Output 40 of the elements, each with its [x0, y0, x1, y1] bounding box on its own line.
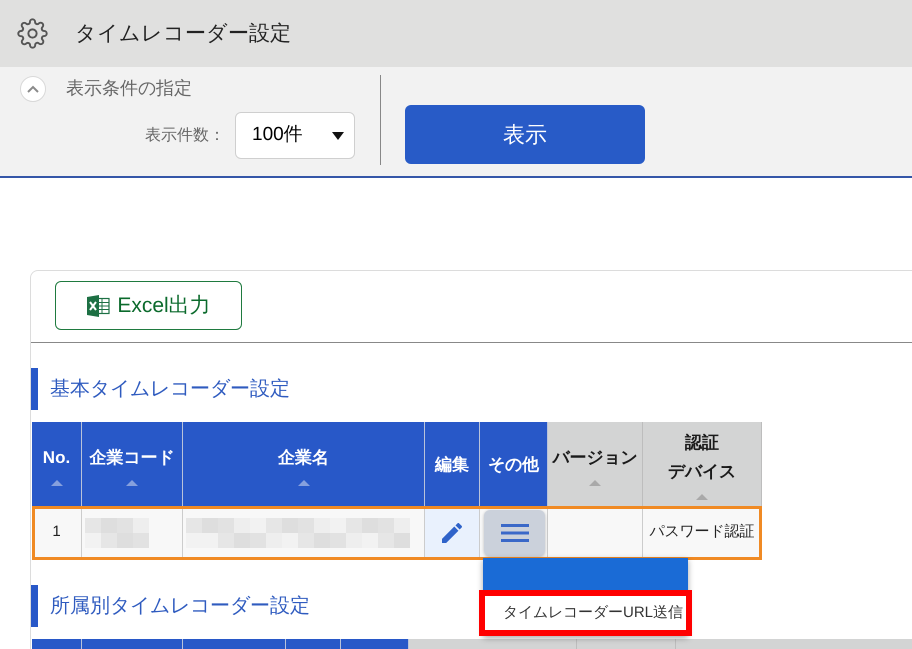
heading-accent-bar [31, 585, 38, 627]
sort-arrow-icon[interactable] [126, 480, 138, 486]
column-label: その他 [488, 454, 539, 476]
section-heading: 所属別タイムレコーダー設定 [50, 594, 310, 619]
spreadsheet-icon [86, 294, 110, 318]
sort-arrow-icon[interactable] [50, 480, 62, 486]
collapse-toggle[interactable] [20, 76, 46, 102]
table-header-cell[interactable]: バージョン [548, 422, 643, 506]
pencil-icon[interactable] [442, 522, 462, 542]
table-header-cell[interactable]: 企業コード [82, 422, 183, 506]
table-cell: 1 [32, 506, 82, 559]
table-cell: パスワード認証 [643, 506, 762, 559]
sort-arrow-icon[interactable] [696, 494, 708, 500]
column-label: 認証 [685, 432, 719, 454]
redacted-text-drawing [85, 518, 149, 548]
count-select[interactable]: 100件 [235, 112, 355, 159]
settings-icon [17, 18, 48, 49]
sort-arrow-icon[interactable] [298, 480, 310, 486]
heading-accent-bar [31, 368, 38, 410]
excel-export-button[interactable]: Excel出力 [55, 281, 242, 330]
column-label: 企業コード [90, 446, 174, 468]
show-button[interactable]: 表示 [405, 105, 645, 164]
chevron-up-icon [27, 84, 39, 92]
column-label: デバイス [668, 461, 736, 483]
filter-title: 表示条件の指定 [66, 77, 192, 100]
menu-icon [500, 524, 528, 542]
table-header-cell[interactable]: No. [32, 422, 82, 506]
menu-item[interactable]: タイムレコーダーURL送信 [479, 590, 692, 636]
count-label: 表示件数： [145, 126, 225, 146]
dropdown-caret-icon [332, 132, 344, 140]
column-label: 編集 [435, 454, 469, 476]
column-label: 企業名 [278, 446, 329, 468]
section-heading: 基本タイムレコーダー設定 [50, 377, 290, 402]
column-label: No. [42, 446, 70, 468]
page-title: タイムレコーダー設定 [75, 20, 291, 47]
sort-arrow-icon[interactable] [589, 480, 601, 486]
column-label: バージョン [552, 446, 638, 468]
table-header-cell[interactable]: 認証 デバイス [643, 422, 762, 506]
table-row[interactable]: 1 パスワード認証 [32, 506, 762, 560]
table-header-cell[interactable]: 企業名 [183, 422, 425, 506]
